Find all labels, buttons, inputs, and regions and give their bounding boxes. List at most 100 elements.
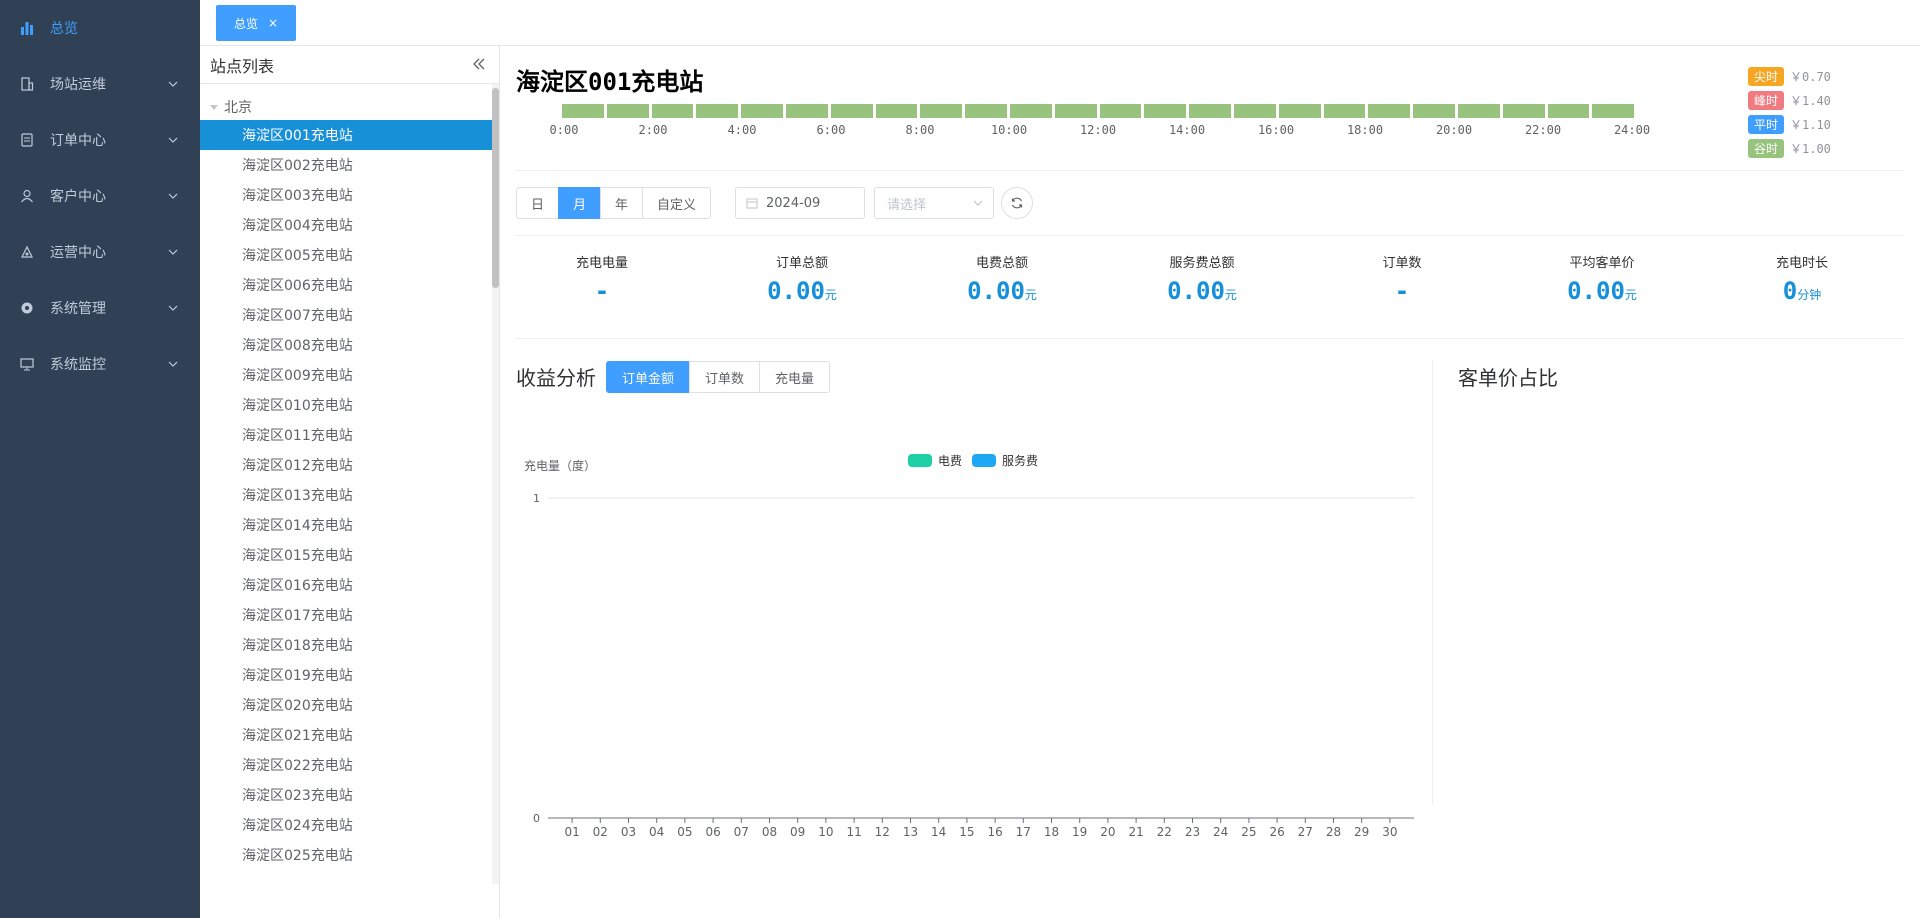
price-period-tag: 谷时 [1748,138,1784,158]
tree-node-city[interactable]: 北京 [200,94,493,120]
timeline-hour-segment [651,104,694,118]
station-node[interactable]: 海淀区007充电站 [200,300,493,330]
chart-metric-tab[interactable]: 订单金额 [606,361,691,393]
stat-value: 0 [1782,277,1798,305]
price-legend-row: 尖时 ￥0.70 [1748,66,1831,86]
legend-swatch [972,454,996,467]
chevron-down-icon [168,193,178,199]
timeline-labels: 0:00 2:00 4:00 6:00 8:00 10:00 12:00 14:00 16:00… [516,123,1651,137]
user-icon [20,189,34,203]
station-node[interactable]: 海淀区022充电站 [200,750,493,780]
price-period-tag: 峰时 [1748,90,1784,110]
x-tick-label: 05 [677,825,692,839]
station-node[interactable]: 海淀区018充电站 [200,630,493,660]
timeline-label: 24:00 [1613,123,1651,137]
station-node[interactable]: 海淀区017充电站 [200,600,493,630]
chart-metric-tab[interactable]: 订单数 [689,361,761,393]
close-icon[interactable]: × [268,16,278,30]
station-node[interactable]: 海淀区001充电站 [200,120,493,150]
station-node[interactable]: 海淀区025充电站 [200,840,493,870]
building-icon [20,77,34,91]
sidebar-item-label: 场站运维 [50,77,106,93]
station-node[interactable]: 海淀区013充电站 [200,480,493,510]
x-tick-label: 06 [705,825,720,839]
period-button[interactable]: 年 [600,187,644,219]
price-period-tag: 平时 [1748,114,1784,134]
station-node[interactable]: 海淀区019充电站 [200,660,493,690]
sidebar-item-site-ops[interactable]: 场站运维 [0,56,200,112]
station-node[interactable]: 海淀区004充电站 [200,210,493,240]
x-tick-label: 27 [1298,825,1313,839]
stat-label: 订单数 [1382,256,1422,271]
x-tick-label: 19 [1072,825,1087,839]
stat-card: 服务费总额 0.00元 [1122,252,1282,305]
sidebar-item-system[interactable]: 系统管理 [0,280,200,336]
timeline-hour-segment [606,104,649,118]
station-node[interactable]: 海淀区020充电站 [200,690,493,720]
price-value: ￥0.70 [1790,69,1831,84]
page-title: 海淀区001充电站 [516,68,704,96]
station-node[interactable]: 海淀区009充电站 [200,360,493,390]
legend-label: 电费 [938,454,962,468]
stat-card: 平均客单价 0.00元 [1522,252,1682,305]
tabs-bar: 总览 × [200,0,1920,46]
stat-unit: 元 [1624,288,1637,302]
y-axis-label: 充电量（度） [524,458,596,473]
station-node[interactable]: 海淀区021充电站 [200,720,493,750]
sidebar-item-operations[interactable]: 运营中心 [0,224,200,280]
station-node[interactable]: 海淀区011充电站 [200,420,493,450]
station-node[interactable]: 海淀区002充电站 [200,150,493,180]
chart-metric-tab[interactable]: 充电量 [759,361,831,393]
sidebar-item-customers[interactable]: 客户中心 [0,168,200,224]
station-node[interactable]: 海淀区003充电站 [200,180,493,210]
x-tick-label: 25 [1241,825,1256,839]
bar-chart-icon [20,21,34,35]
collapse-left-icon[interactable] [471,56,487,72]
sidebar-item-orders[interactable]: 订单中心 [0,112,200,168]
station-node[interactable]: 海淀区006充电站 [200,270,493,300]
period-button[interactable]: 月 [558,187,602,219]
station-node[interactable]: 海淀区014充电站 [200,510,493,540]
operate-icon [20,245,34,259]
sidebar-item-label: 总览 [50,21,78,37]
filter-select[interactable]: 请选择 [874,187,994,219]
x-tick-label: 23 [1185,825,1200,839]
stat-label: 平均客单价 [1569,256,1635,271]
x-tick-label: 11 [846,825,861,839]
stat-unit: 元 [824,288,837,302]
tab-overview[interactable]: 总览 × [216,5,297,41]
refresh-button[interactable] [1001,187,1033,219]
price-value: ￥1.00 [1790,141,1831,156]
caret-down-icon[interactable] [210,104,218,110]
chevron-down-icon [973,200,983,206]
sidebar-item-overview[interactable]: 总览 [0,0,200,56]
station-node[interactable]: 海淀区008充电站 [200,330,493,360]
stat-value: 0.00 [967,277,1025,305]
station-node[interactable]: 海淀区023充电站 [200,780,493,810]
stat-value-wrap: 0.00元 [722,277,882,305]
x-tick-label: 28 [1326,825,1341,839]
scrollbar-thumb[interactable] [492,88,499,288]
price-legend-row: 谷时 ￥1.00 [1748,138,1831,158]
station-node[interactable]: 海淀区012充电站 [200,450,493,480]
refresh-icon [1011,197,1023,209]
divider [1432,360,1433,804]
station-node[interactable]: 海淀区024充电站 [200,810,493,840]
x-tick-label: 13 [903,825,918,839]
timeline-hour-segment [562,104,604,118]
period-button[interactable]: 自定义 [642,187,712,219]
period-button[interactable]: 日 [516,187,560,219]
station-list-title: 站点列表 [210,56,275,76]
timeline-label: 10:00 [990,123,1028,137]
x-tick-label: 20 [1100,825,1115,839]
station-node[interactable]: 海淀区005充电站 [200,240,493,270]
month-picker[interactable]: 2024-09 [735,187,865,219]
station-node[interactable]: 海淀区016充电站 [200,570,493,600]
station-node[interactable]: 海淀区015充电站 [200,540,493,570]
sidebar-item-monitor[interactable]: 系统监控 [0,336,200,392]
sidebar-item-label: 系统管理 [50,301,106,317]
timeline-hour-segment [1592,104,1635,118]
stat-value: 0.00 [767,277,825,305]
station-node[interactable]: 海淀区010充电站 [200,390,493,420]
stat-value-wrap: 0.00元 [922,277,1082,305]
